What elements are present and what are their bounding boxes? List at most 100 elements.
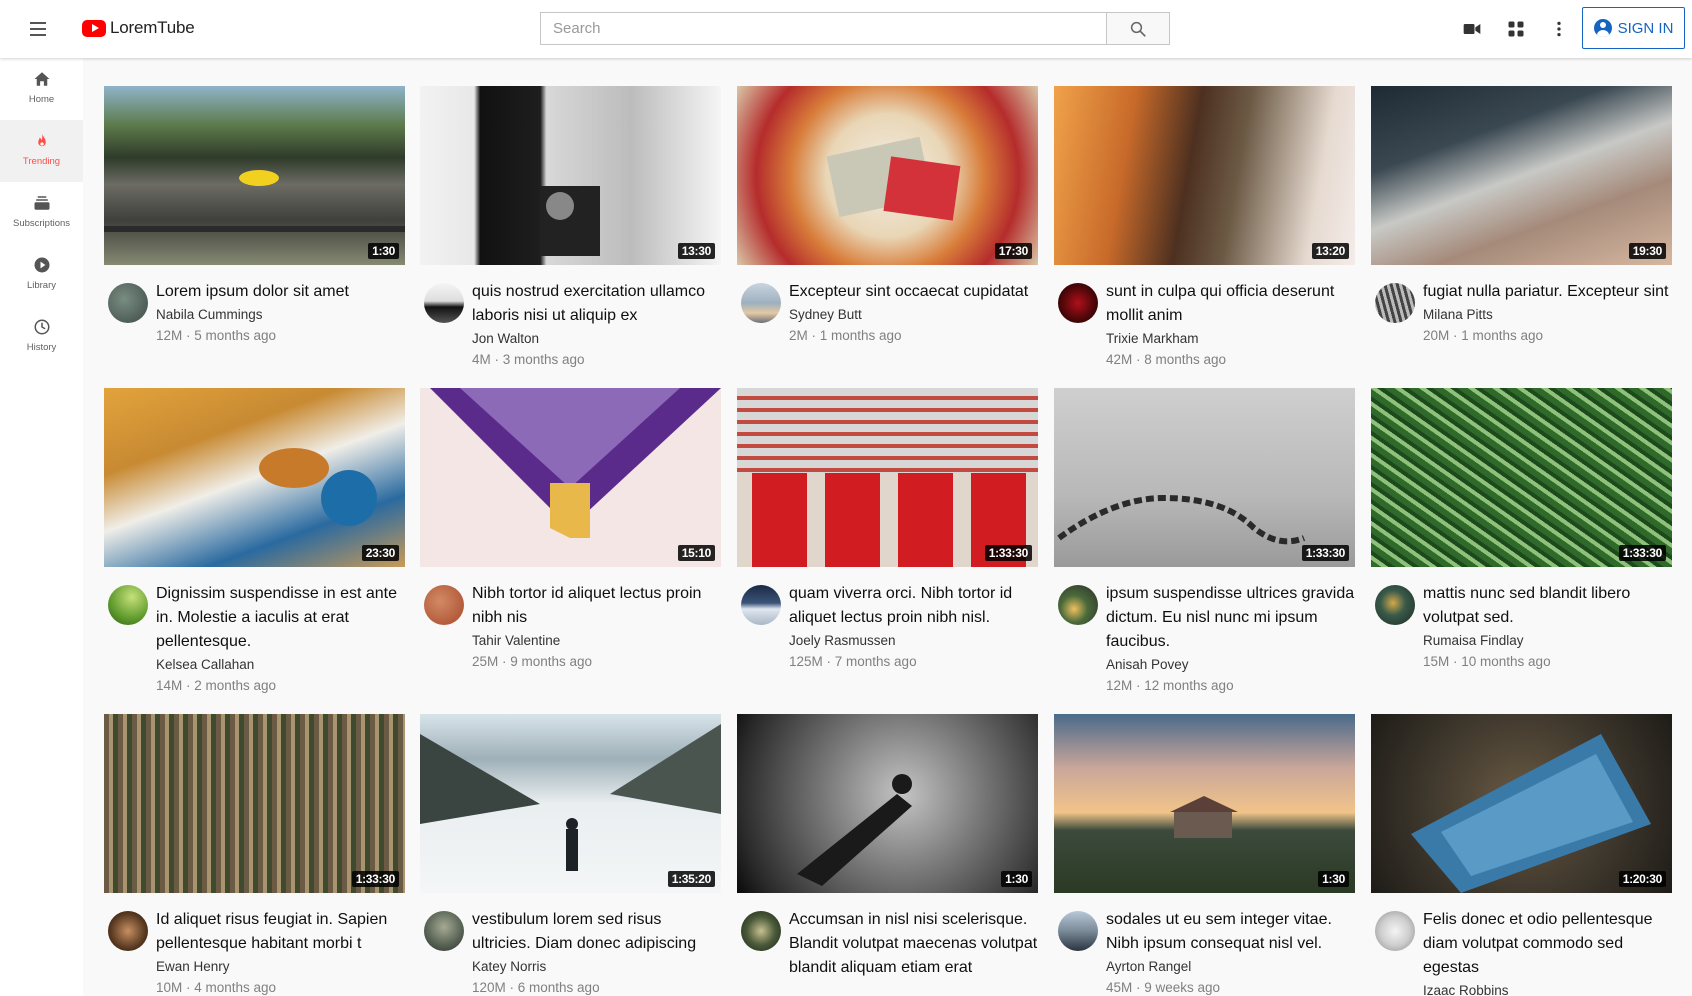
channel-name[interactable]: Sydney Butt	[789, 304, 1038, 325]
video-thumbnail[interactable]: 23:30	[104, 388, 405, 567]
channel-name[interactable]: Katey Norris	[472, 956, 721, 977]
channel-avatar[interactable]	[741, 283, 781, 323]
video-thumbnail[interactable]: 15:10	[420, 388, 721, 567]
channel-avatar[interactable]	[1375, 585, 1415, 625]
video-title[interactable]: Excepteur sint occaecat cupidatat	[789, 280, 1038, 304]
snow-mountain-image	[420, 724, 721, 871]
logo[interactable]: LoremTube	[82, 18, 195, 38]
video-stats: 45M · 9 weeks ago	[1106, 980, 1221, 995]
channel-name[interactable]: Ewan Henry	[156, 956, 405, 977]
sidebar-item-trending[interactable]: Trending	[0, 120, 83, 182]
hamburger-menu-icon[interactable]	[26, 17, 50, 41]
video-title[interactable]: sunt in culpa qui officia deserunt molli…	[1106, 280, 1355, 328]
channel-avatar[interactable]	[424, 585, 464, 625]
apps-grid-icon[interactable]	[1505, 18, 1527, 40]
channel-name[interactable]: Kelsea Callahan	[156, 654, 405, 675]
duration-badge: 1:33:30	[1618, 545, 1666, 561]
video-title[interactable]: mattis nunc sed blandit libero volutpat …	[1423, 582, 1672, 630]
channel-name[interactable]: Tahir Valentine	[472, 630, 721, 651]
video-thumbnail[interactable]: 1:33:30	[104, 714, 405, 893]
channel-avatar[interactable]	[741, 585, 781, 625]
channel-avatar[interactable]	[1375, 911, 1415, 951]
channel-avatar[interactable]	[1058, 283, 1098, 323]
sidebar-item-history[interactable]: History	[0, 306, 83, 368]
video-stats: 2M · 1 months ago	[789, 328, 902, 343]
sidebar-item-library[interactable]: Library	[0, 244, 83, 306]
channel-name[interactable]: Milana Pitts	[1423, 304, 1672, 325]
more-vert-icon[interactable]	[1548, 18, 1570, 40]
channel-avatar[interactable]	[1375, 283, 1415, 323]
channel-avatar[interactable]	[741, 911, 781, 951]
video-title[interactable]: Accumsan in nisl nisi scelerisque. Bland…	[789, 908, 1038, 980]
duration-badge: 15:10	[677, 545, 715, 561]
video-stats: 15M · 10 months ago	[1423, 654, 1551, 669]
top-app-bar: LoremTube SIGN IN	[0, 0, 1692, 58]
sidebar-item-label: Home	[28, 94, 55, 105]
video-thumbnail[interactable]: 13:30	[420, 86, 721, 265]
video-title[interactable]: Id aliquet risus feugiat in. Sapien pell…	[156, 908, 405, 956]
duration-badge: 17:30	[994, 243, 1032, 259]
sidebar-item-label: Subscriptions	[12, 218, 71, 229]
video-title[interactable]: Nibh tortor id aliquet lectus proin nibh…	[472, 582, 721, 630]
video-stats: 4M · 3 months ago	[472, 352, 585, 367]
video-title[interactable]: ipsum suspendisse ultrices gravida dictu…	[1106, 582, 1355, 654]
bw-photo-image	[540, 186, 600, 256]
video-thumbnail[interactable]: 1:33:30	[1371, 388, 1672, 567]
video-stats: 42M · 8 months ago	[1106, 352, 1227, 367]
video-camera-icon[interactable]	[1461, 18, 1483, 40]
breakfast-image	[259, 448, 377, 526]
video-stats: 14M · 2 months ago	[156, 678, 277, 693]
video-title[interactable]: Lorem ipsum dolor sit amet	[156, 280, 405, 304]
account-circle-icon	[1593, 19, 1612, 37]
video-thumbnail[interactable]: 17:30	[737, 86, 1038, 265]
plant-stem-image	[1057, 494, 1306, 545]
video-thumbnail[interactable]: 1:20:30	[1371, 714, 1672, 893]
channel-avatar[interactable]	[108, 283, 148, 323]
search-button[interactable]	[1106, 12, 1170, 45]
video-title[interactable]: fugiat nulla pariatur. Excepteur sint	[1423, 280, 1672, 304]
video-thumbnail[interactable]: 13:20	[1054, 86, 1355, 265]
race-car-image	[104, 170, 405, 232]
sidebar-item-home[interactable]: Home	[0, 58, 83, 120]
duration-badge: 1:30	[1001, 871, 1032, 887]
video-title[interactable]: sodales ut eu sem integer vitae. Nibh ip…	[1106, 908, 1355, 956]
channel-name[interactable]: Nabila Cummings	[156, 304, 405, 325]
channel-name[interactable]: Trixie Markham	[1106, 328, 1355, 349]
video-thumbnail[interactable]: 1:33:30	[1054, 388, 1355, 567]
duration-badge: 1:30	[1318, 871, 1349, 887]
channel-avatar[interactable]	[108, 911, 148, 951]
autumn-flatlay-image	[826, 136, 961, 221]
duration-badge: 1:33:30	[1301, 545, 1349, 561]
channel-name[interactable]: Jon Walton	[472, 328, 721, 349]
video-title[interactable]: quam viverra orci. Nibh tortor id alique…	[789, 582, 1038, 630]
channel-name[interactable]: Joely Rasmussen	[789, 630, 1038, 651]
channel-avatar[interactable]	[108, 585, 148, 625]
channel-avatar[interactable]	[424, 911, 464, 951]
video-thumbnail[interactable]: 1:33:30	[737, 388, 1038, 567]
video-thumbnail[interactable]: 1:35:20	[420, 714, 721, 893]
home-icon	[34, 72, 49, 86]
channel-name[interactable]: Izaac Robbins	[1423, 980, 1672, 996]
sidebar-item-subscriptions[interactable]: Subscriptions	[0, 182, 83, 244]
video-thumbnail[interactable]: 1:30	[737, 714, 1038, 893]
old-cannon-image	[797, 774, 912, 886]
video-title[interactable]: quis nostrud exercitation ullamco labori…	[472, 280, 721, 328]
channel-name[interactable]: Anisah Povey	[1106, 654, 1355, 675]
duration-badge: 1:33:30	[351, 871, 399, 887]
search-input[interactable]	[540, 12, 1106, 45]
video-thumbnail[interactable]: 1:30	[104, 86, 405, 265]
logo-text: LoremTube	[110, 18, 195, 37]
channel-avatar[interactable]	[1058, 911, 1098, 951]
video-title[interactable]: Felis donec et odio pellentesque diam vo…	[1423, 908, 1672, 980]
channel-avatar[interactable]	[424, 283, 464, 323]
video-thumbnail[interactable]: 19:30	[1371, 86, 1672, 265]
channel-avatar[interactable]	[1058, 585, 1098, 625]
channel-name[interactable]: Rumaisa Findlay	[1423, 630, 1672, 651]
channel-name[interactable]: Ayrton Rangel	[1106, 956, 1355, 977]
video-title[interactable]: vestibulum lorem sed risus ultricies. Di…	[472, 908, 721, 956]
video-stats: 12M · 5 months ago	[156, 328, 277, 343]
video-thumbnail[interactable]: 1:30	[1054, 714, 1355, 893]
sign-in-button[interactable]: SIGN IN	[1582, 7, 1685, 49]
video-title[interactable]: Dignissim suspendisse in est ante in. Mo…	[156, 582, 405, 654]
duration-badge: 1:20:30	[1618, 871, 1666, 887]
